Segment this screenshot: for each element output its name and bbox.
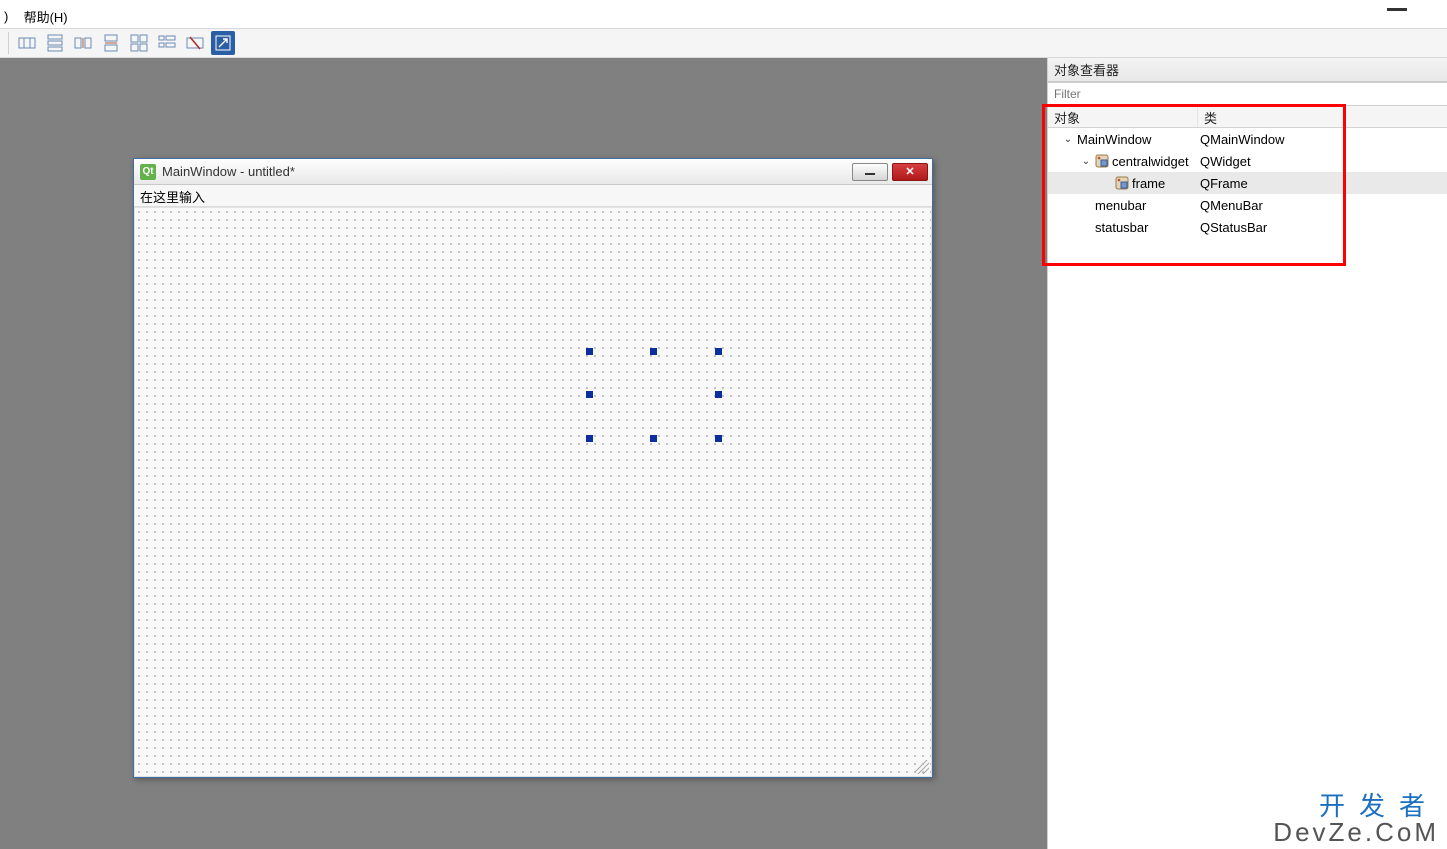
layout-form-button[interactable] (155, 31, 179, 55)
tree-object-name: frame (1132, 176, 1165, 191)
app-menu-bar: ) 帮助(H) (0, 0, 1447, 28)
break-layout-button[interactable] (183, 31, 207, 55)
menu-partial[interactable]: ) (0, 9, 12, 24)
inspector-filter-input[interactable] (1048, 82, 1447, 106)
chevron-down-icon[interactable]: ⌄ (1062, 134, 1074, 145)
menu-help[interactable]: 帮助(H) (20, 7, 72, 26)
object-inspector-panel: 对象查看器 对象 类 ⌄MainWindowQMainWindow⌄centra… (1047, 58, 1447, 849)
preview-central-widget[interactable] (134, 207, 932, 777)
tree-row[interactable]: ⌄ centralwidget QWidget (1048, 150, 1447, 172)
resize-handle-icon[interactable] (586, 391, 593, 398)
layout-horizontal-button[interactable] (15, 31, 39, 55)
tree-row[interactable]: menubar QMenuBar (1048, 194, 1447, 216)
preview-window[interactable]: Qt MainWindow - untitled* 在这里输入 (133, 158, 933, 778)
preview-menubar-hint[interactable]: 在这里输入 (140, 190, 205, 205)
tree-class-name: QWidget (1198, 154, 1447, 169)
widget-icon (1115, 176, 1129, 190)
widget-icon (1095, 154, 1109, 168)
resize-handle-icon[interactable] (715, 435, 722, 442)
toolbar-separator (8, 32, 9, 54)
tree-class-name: QMenuBar (1198, 198, 1447, 213)
tree-class-name: QMainWindow (1198, 132, 1447, 147)
tree-object-name: centralwidget (1112, 154, 1189, 169)
preview-close-button[interactable] (892, 163, 928, 181)
tree-class-name: QFrame (1198, 176, 1447, 191)
toolbar (0, 28, 1447, 58)
header-object[interactable]: 对象 (1048, 106, 1198, 127)
os-minimize-dash (1387, 8, 1407, 11)
tree-class-name: QStatusBar (1198, 220, 1447, 235)
resize-handle-icon[interactable] (586, 435, 593, 442)
tree-row[interactable]: frame QFrame (1048, 172, 1447, 194)
resize-handle-icon[interactable] (715, 391, 722, 398)
selected-frame-widget[interactable] (590, 352, 718, 438)
inspector-title: 对象查看器 (1048, 58, 1447, 82)
resize-handle-icon[interactable] (586, 348, 593, 355)
design-canvas[interactable]: Qt MainWindow - untitled* 在这里输入 (0, 58, 1047, 849)
qt-logo-icon: Qt (140, 164, 156, 180)
object-tree: 对象 类 ⌄MainWindowQMainWindow⌄centralwidge… (1048, 106, 1447, 849)
size-grip-icon[interactable] (915, 760, 929, 774)
tree-row[interactable]: statusbar QStatusBar (1048, 216, 1447, 238)
layout-vertical-button[interactable] (43, 31, 67, 55)
preview-menubar[interactable]: 在这里输入 (134, 185, 932, 207)
preview-title: MainWindow - untitled* (162, 164, 295, 179)
layout-vsplit-button[interactable] (99, 31, 123, 55)
layout-grid-button[interactable] (127, 31, 151, 55)
header-class[interactable]: 类 (1198, 106, 1447, 127)
tree-object-name: statusbar (1095, 220, 1148, 235)
chevron-down-icon[interactable]: ⌄ (1080, 156, 1092, 167)
preview-minimize-button[interactable] (852, 163, 888, 181)
resize-handle-icon[interactable] (715, 348, 722, 355)
adjust-size-button[interactable] (211, 31, 235, 55)
resize-handle-icon[interactable] (650, 348, 657, 355)
tree-row[interactable]: ⌄MainWindow QMainWindow (1048, 128, 1447, 150)
layout-hsplit-button[interactable] (71, 31, 95, 55)
resize-handle-icon[interactable] (650, 435, 657, 442)
tree-header: 对象 类 (1048, 106, 1447, 128)
tree-object-name: MainWindow (1077, 132, 1151, 147)
preview-titlebar[interactable]: Qt MainWindow - untitled* (134, 159, 932, 185)
tree-object-name: menubar (1095, 198, 1146, 213)
